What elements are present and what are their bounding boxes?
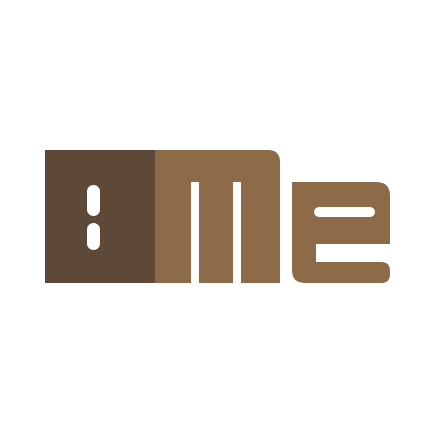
logo-letter-b — [45, 150, 155, 283]
logo-canvas — [0, 0, 434, 434]
bme-logo — [45, 150, 390, 283]
logo-letter-m — [155, 150, 280, 283]
logo-letter-e — [292, 182, 390, 283]
